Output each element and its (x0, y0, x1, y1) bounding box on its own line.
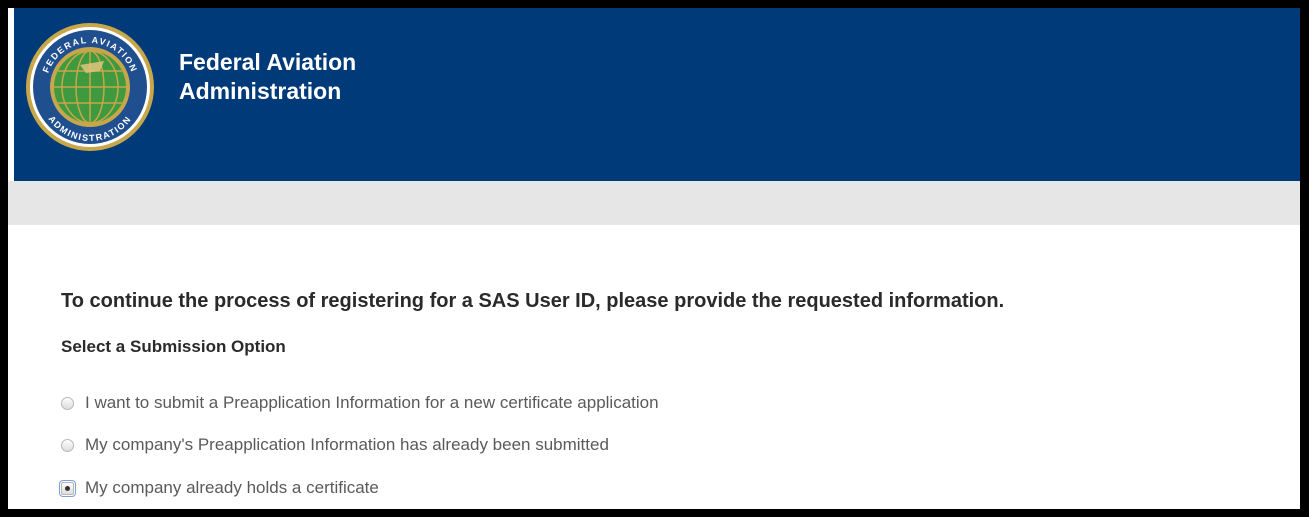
intro-text: To continue the process of registering f… (61, 290, 1005, 312)
page-frame: FEDERAL AVIATION ADMINISTRATION Federal … (0, 0, 1309, 517)
agency-name-line1: Federal Aviation (179, 49, 357, 75)
option-label: I want to submit a Preapplication Inform… (85, 393, 659, 412)
option-preapplication-submitted[interactable]: My company's Preapplication Information … (61, 433, 609, 457)
radio-button[interactable] (61, 438, 74, 452)
agency-name-line2: Administration (179, 78, 342, 104)
agency-name: Federal Aviation Administration (179, 48, 356, 106)
main-content: To continue the process of registering f… (8, 225, 1300, 509)
faa-seal-logo: FEDERAL AVIATION ADMINISTRATION (26, 23, 154, 151)
option-new-preapplication[interactable]: I want to submit a Preapplication Inform… (61, 391, 659, 415)
radio-button[interactable] (61, 396, 74, 410)
sub-navigation-bar (8, 181, 1300, 225)
site-header: FEDERAL AVIATION ADMINISTRATION Federal … (8, 8, 1300, 181)
radio-button-selected[interactable] (59, 479, 76, 497)
section-title: Select a Submission Option (61, 337, 286, 356)
option-label: My company already holds a certificate (85, 478, 379, 497)
option-already-holds-certificate[interactable]: My company already holds a certificate (59, 476, 379, 500)
option-label: My company's Preapplication Information … (85, 435, 609, 454)
